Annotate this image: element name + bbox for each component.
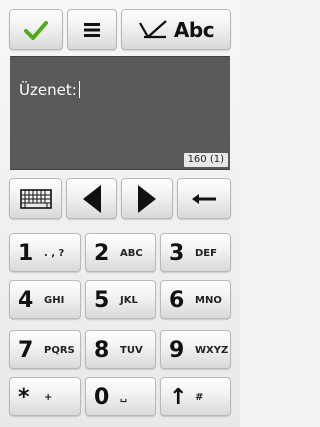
key-digit: 2 xyxy=(94,241,110,266)
top-toolbar: Abc xyxy=(0,0,240,56)
key-letters: TUV xyxy=(120,345,143,356)
key-letters: WXYZ xyxy=(195,345,229,356)
arrow-right-icon xyxy=(138,184,156,213)
sms-editor-screen: Abc Üzenet: 160 (1) 1 . , ? 2 ABC 3 DEF … xyxy=(0,0,240,427)
key-7[interactable]: 7 PQRS xyxy=(9,330,81,369)
key-hash[interactable]: ↑ # xyxy=(160,377,231,416)
key-1[interactable]: 1 . , ? xyxy=(9,233,81,272)
key-letters: JKL xyxy=(120,295,138,306)
shift-arrow-icon: ↑ xyxy=(169,385,188,410)
cursor-left-button[interactable] xyxy=(66,178,117,219)
cursor-right-button[interactable] xyxy=(121,178,173,219)
options-menu-button[interactable] xyxy=(67,9,117,50)
keyboard-icon xyxy=(19,188,52,209)
ok-button[interactable] xyxy=(9,9,63,50)
key-5[interactable]: 5 JKL xyxy=(85,280,156,319)
key-4[interactable]: 4 GHI xyxy=(9,280,81,319)
checkmark-icon xyxy=(24,20,48,40)
backspace-button[interactable] xyxy=(177,178,231,219)
key-letters: # xyxy=(195,392,204,403)
key-6[interactable]: 6 MNO xyxy=(160,280,231,319)
key-letters: DEF xyxy=(195,248,217,259)
key-digit: 8 xyxy=(94,338,110,363)
menu-icon xyxy=(84,22,100,37)
input-mode-button[interactable]: Abc xyxy=(121,9,231,50)
arrow-left-icon xyxy=(82,184,101,213)
key-digit: 4 xyxy=(18,288,34,313)
key-space-symbol: ␣ xyxy=(120,392,128,403)
key-3[interactable]: 3 DEF xyxy=(160,233,231,272)
predictive-input-icon xyxy=(138,19,167,38)
key-2[interactable]: 2 ABC xyxy=(85,233,156,272)
key-letters: MNO xyxy=(195,295,222,306)
message-text-area[interactable]: Üzenet: 160 (1) xyxy=(10,56,230,170)
key-letters: + xyxy=(44,392,53,403)
keyboard-toggle-button[interactable] xyxy=(9,178,62,219)
key-digit: 7 xyxy=(18,338,34,363)
input-mode-label: Abc xyxy=(173,17,215,42)
text-cursor xyxy=(78,81,80,98)
key-8[interactable]: 8 TUV xyxy=(85,330,156,369)
key-letters: GHI xyxy=(44,295,65,306)
key-0[interactable]: 0 ␣ xyxy=(85,377,156,416)
key-digit: 5 xyxy=(94,288,110,313)
key-digit: 6 xyxy=(169,288,185,313)
key-digit: * xyxy=(18,385,30,410)
backspace-icon xyxy=(192,193,216,204)
key-digit: 0 xyxy=(94,385,110,410)
key-letters: . , ? xyxy=(44,248,65,259)
character-counter: 160 (1) xyxy=(183,153,228,167)
key-digit: 3 xyxy=(169,241,185,266)
key-9[interactable]: 9 WXYZ xyxy=(160,330,231,369)
key-letters: PQRS xyxy=(44,345,75,356)
key-digit: 1 xyxy=(18,241,34,266)
message-prompt: Üzenet: xyxy=(19,81,80,99)
key-digit: 9 xyxy=(169,338,185,363)
message-label: Üzenet: xyxy=(19,81,77,99)
key-star[interactable]: * + xyxy=(9,377,81,416)
key-letters: ABC xyxy=(120,248,143,259)
